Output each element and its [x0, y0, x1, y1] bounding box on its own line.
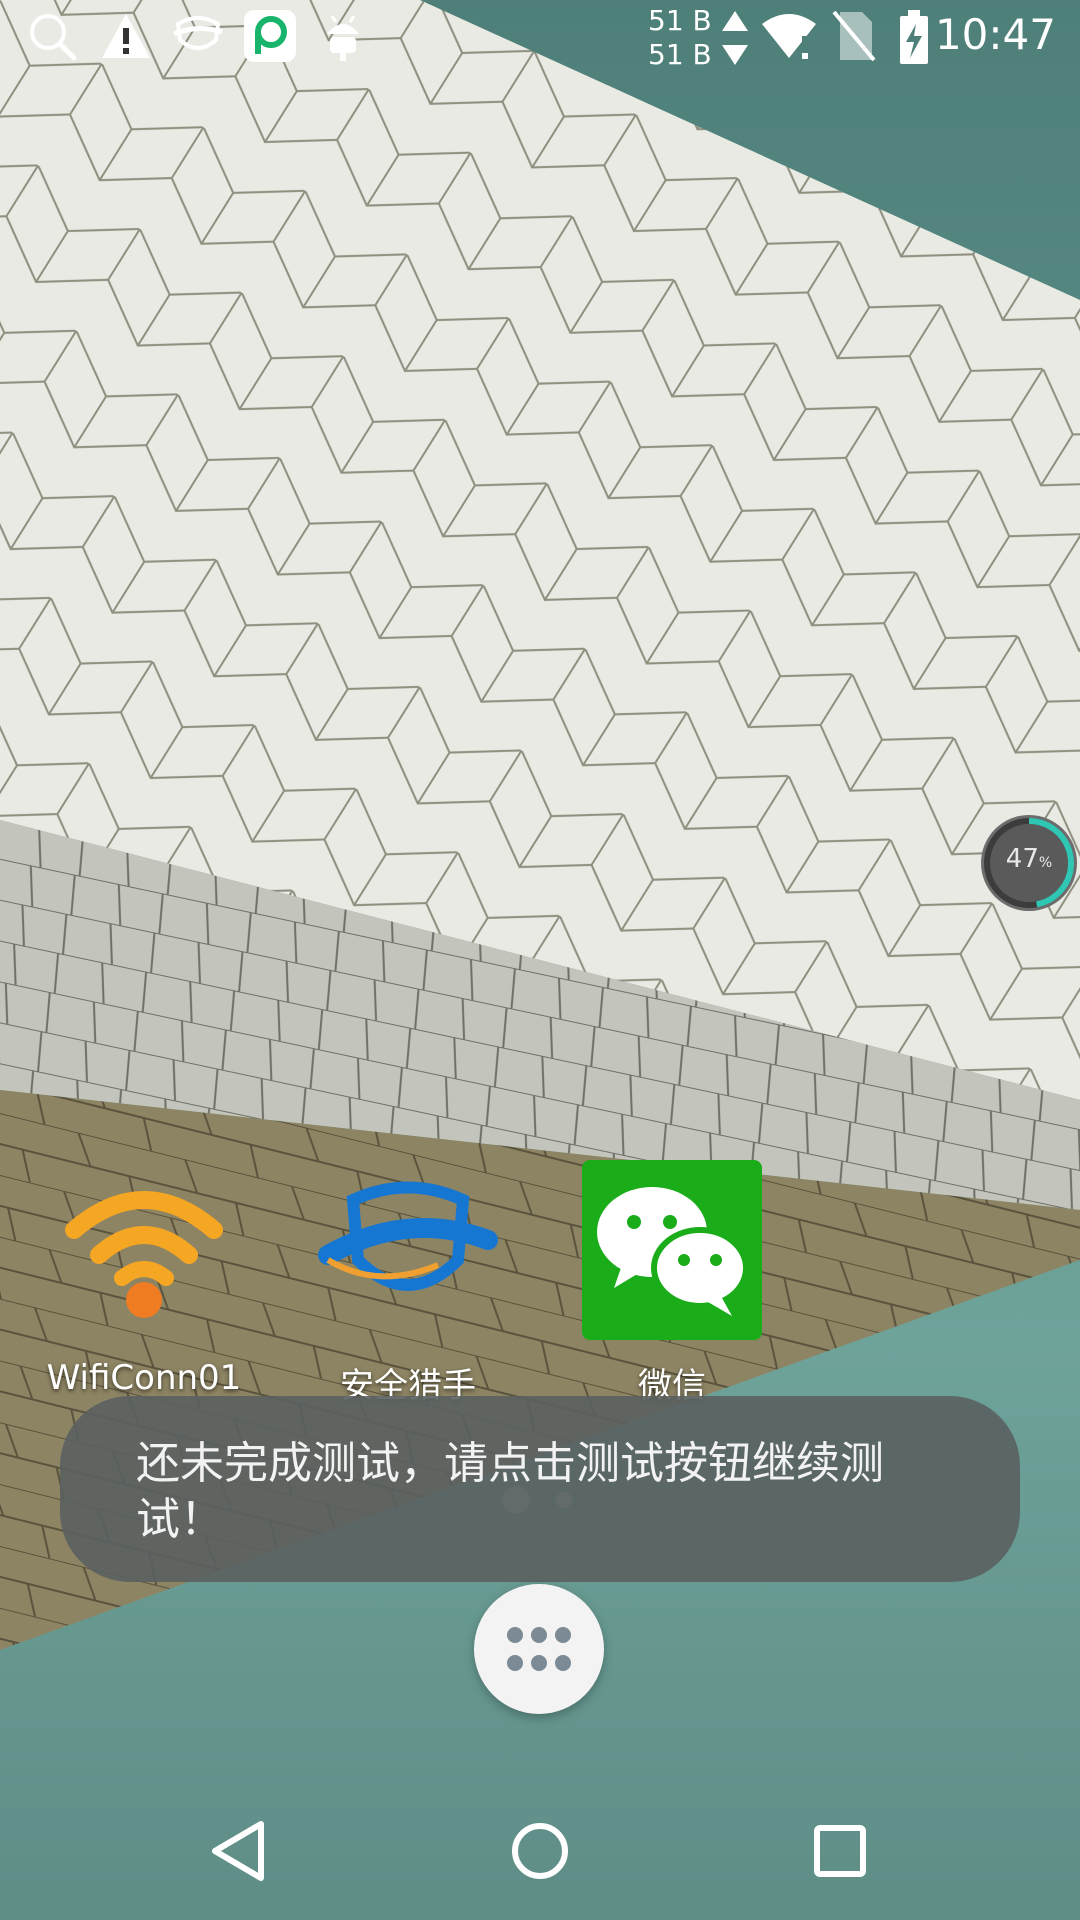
status-bar: 51 B 51 B 10:47 [0, 0, 1080, 80]
clock: 10:47 [934, 10, 1056, 59]
net-down-value: 51 B [648, 38, 712, 71]
battery-unit: % [1038, 855, 1053, 871]
toast-text: 还未完成测试，请点击测试按钮继续测试！ [136, 1438, 884, 1545]
arrow-down-icon [721, 45, 748, 65]
wifi-icon [762, 14, 816, 59]
battery-widget[interactable]: 47% [978, 812, 1080, 914]
network-speed: 51 B 51 B [648, 4, 750, 72]
search-icon [30, 14, 77, 61]
battery-value: 47 [1005, 844, 1039, 874]
wifi-app-icon [54, 1160, 234, 1340]
warning-icon [102, 14, 150, 58]
arrow-up-icon [721, 11, 748, 31]
no-sim-icon [832, 10, 876, 62]
app-wificonn01[interactable]: WifiConn01 [24, 1160, 264, 1398]
wechat-icon [582, 1160, 762, 1340]
app-label: WifiConn01 [46, 1358, 242, 1398]
app-drawer-icon [507, 1627, 571, 1671]
toast-message: 还未完成测试，请点击测试按钮继续测试！ [60, 1396, 1020, 1582]
net-up-value: 51 B [648, 4, 712, 37]
app-wechat[interactable]: 微信 [552, 1160, 792, 1407]
all-apps-button[interactable] [474, 1584, 604, 1714]
back-icon[interactable] [195, 1806, 285, 1896]
security-hunter-icon [318, 1160, 498, 1340]
p-app-icon [244, 10, 296, 62]
navigation-bar [0, 1782, 1080, 1920]
battery-charging-icon [900, 10, 928, 64]
battery-percent: 47% [978, 844, 1080, 874]
home-icon[interactable] [495, 1806, 585, 1896]
recents-icon[interactable] [795, 1806, 885, 1896]
security-app-icon [173, 16, 223, 50]
app-security-hunter[interactable]: 安全猎手 [288, 1160, 528, 1407]
android-icon [327, 15, 359, 61]
